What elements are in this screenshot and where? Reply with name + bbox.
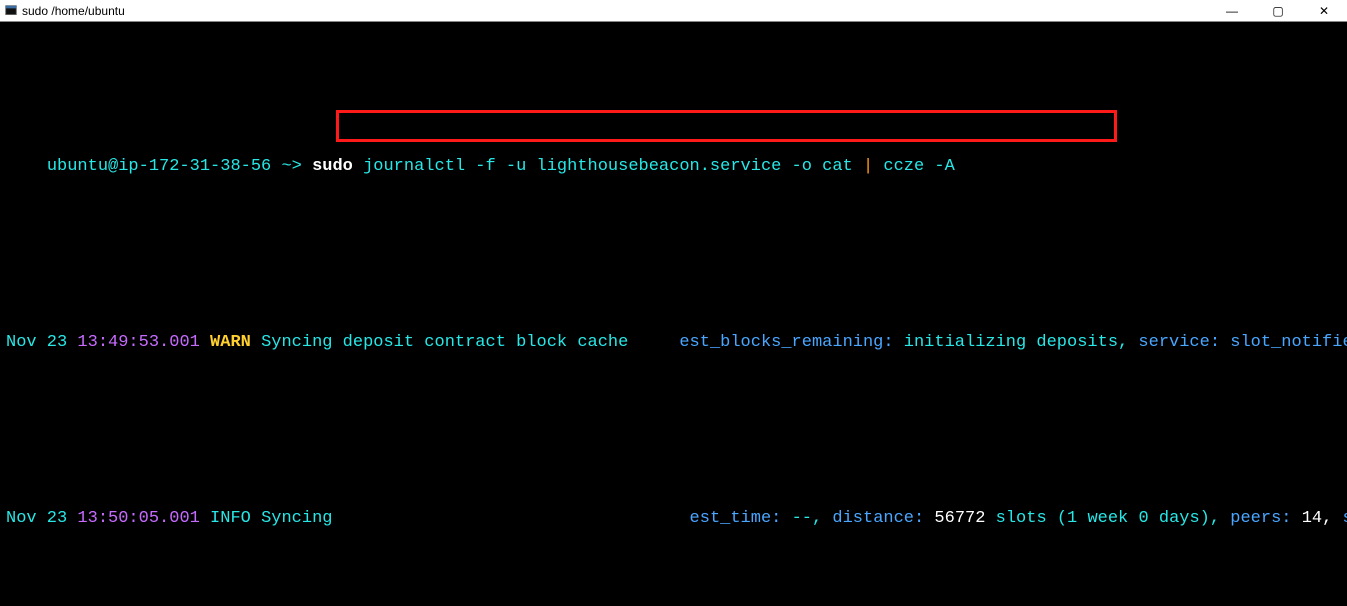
command-highlight-box [336, 110, 1117, 142]
cmd-pipe: | [863, 157, 883, 176]
minimize-button[interactable]: — [1209, 0, 1255, 22]
cmd-sudo: sudo [312, 157, 363, 176]
app-icon [4, 4, 18, 18]
log-msg: Syncing deposit contract block cache [261, 333, 628, 352]
log-time: 13:49:53.001 [77, 333, 210, 352]
log-line: Nov 23 13:50:05.001 INFO Syncing est_tim… [6, 464, 1341, 552]
log-date: Nov 23 [6, 333, 77, 352]
prompt-userhost: ubuntu@ip-172-31-38-56 [47, 157, 271, 176]
kv: est_blocks_remaining: [679, 333, 903, 352]
log-level: WARN [210, 333, 261, 352]
prompt-path: ~> [271, 157, 312, 176]
prompt-line: ubuntu@ip-172-31-38-56 ~> sudo journalct… [6, 112, 1341, 200]
cmd-ccze: ccze -A [883, 157, 954, 176]
log-line: Nov 23 13:49:53.001 WARN Syncing deposit… [6, 288, 1341, 376]
cmd-journalctl: journalctl -f -u lighthousebeacon.servic… [363, 157, 863, 176]
log-level: INFO [210, 509, 261, 528]
terminal-output[interactable]: ubuntu@ip-172-31-38-56 ~> sudo journalct… [0, 22, 1347, 606]
maximize-button[interactable]: ▢ [1255, 0, 1301, 22]
close-button[interactable]: ✕ [1301, 0, 1347, 22]
window-title: sudo /home/ubuntu [22, 4, 125, 18]
window-titlebar: sudo /home/ubuntu — ▢ ✕ [0, 0, 1347, 22]
